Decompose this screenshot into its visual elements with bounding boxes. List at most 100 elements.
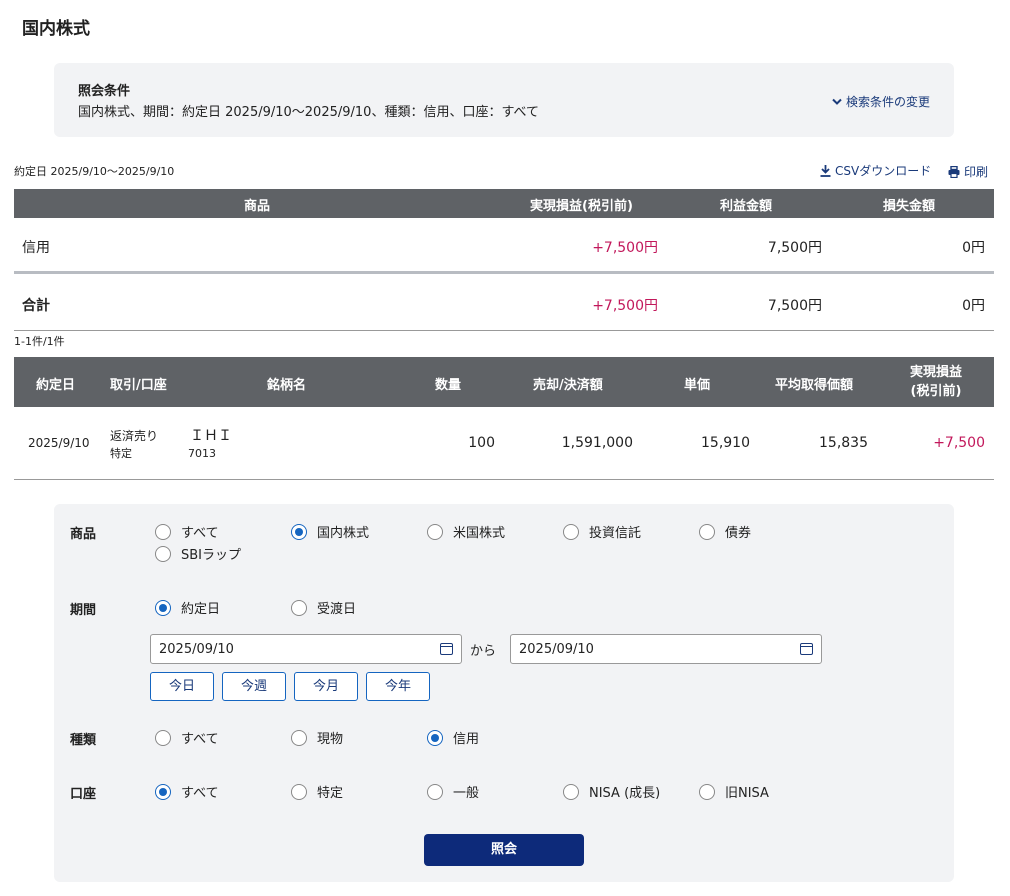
radio-period-settle-date[interactable]: 受渡日 — [291, 598, 356, 617]
date-to-value: 2025/09/10 — [519, 642, 594, 657]
radio-type-all[interactable]: すべて — [155, 728, 219, 747]
csv-download-link[interactable]: CSVダウンロード — [820, 162, 931, 179]
radio-circle — [699, 523, 715, 540]
cell-qty: 100 — [468, 435, 495, 451]
cell-trade: 返済売り — [110, 429, 159, 443]
conditions-text: 国内株式、期間：約定日 2025/9/10〜2025/9/10、種類：信用、口座… — [78, 105, 540, 120]
radio-circle — [155, 783, 171, 800]
radio-label: 特定 — [317, 786, 344, 801]
change-conditions-label: 検索条件の変更 — [846, 95, 931, 109]
today-button[interactable]: 今日 — [150, 672, 214, 701]
radio-circle — [155, 545, 171, 562]
date-from-value: 2025/09/10 — [159, 642, 234, 657]
total-label: 合計 — [22, 298, 50, 314]
page-title: 国内株式 — [22, 19, 90, 39]
col-realized-line1: 実現損益 — [909, 365, 962, 380]
label-account: 口座 — [70, 787, 97, 802]
col-realized-detail: 実現損益 (税引前) — [906, 363, 966, 401]
col-trade: 取引/口座 — [110, 378, 167, 393]
radio-circle — [427, 729, 443, 746]
row-profit: 7,500円 — [767, 240, 822, 256]
radio-product-bond[interactable]: 債券 — [699, 522, 751, 541]
radio-label: 国内株式 — [317, 526, 370, 541]
radio-label: 投資信託 — [589, 526, 642, 541]
cell-price: 15,910 — [701, 435, 750, 451]
radio-circle — [563, 783, 579, 800]
col-realized-line2: (税引前) — [910, 384, 962, 399]
radio-account-all[interactable]: すべて — [155, 782, 219, 801]
radio-circle — [155, 599, 171, 616]
cell-realized: +7,500 — [933, 435, 985, 451]
change-conditions-link[interactable]: 検索条件の変更 — [832, 93, 930, 110]
radio-circle — [155, 523, 171, 540]
radio-account-general[interactable]: 一般 — [427, 782, 479, 801]
radio-label: 債券 — [725, 526, 752, 541]
radio-label: すべて — [181, 786, 219, 801]
radio-type-margin[interactable]: 信用 — [427, 728, 479, 747]
radio-label: 現物 — [317, 732, 344, 747]
radio-label: 米国株式 — [453, 526, 506, 541]
radio-label: 一般 — [453, 786, 480, 801]
this-year-button[interactable]: 今年 — [366, 672, 430, 701]
radio-product-sbiwrap[interactable]: SBIラップ — [155, 544, 241, 563]
this-week-button[interactable]: 今週 — [222, 672, 286, 701]
cell-code: 7013 — [188, 447, 216, 460]
date-to-input[interactable]: 2025/09/10 — [510, 634, 822, 664]
table-row: 信用 +7,500円 7,500円 0円 — [14, 218, 994, 274]
radio-product-all[interactable]: すべて — [155, 522, 219, 541]
radio-account-old-nisa[interactable]: 旧NISA — [699, 782, 769, 801]
col-date: 約定日 — [36, 378, 76, 393]
col-name: 銘柄名 — [267, 378, 307, 393]
radio-product-us[interactable]: 米国株式 — [427, 522, 505, 541]
search-conditions-panel: 照会条件 国内株式、期間：約定日 2025/9/10〜2025/9/10、種類：… — [54, 63, 954, 137]
radio-label: 信用 — [453, 732, 480, 747]
print-label: 印刷 — [964, 165, 989, 179]
radio-type-cash[interactable]: 現物 — [291, 728, 343, 747]
radio-account-specific[interactable]: 特定 — [291, 782, 343, 801]
radio-label: すべて — [181, 732, 219, 747]
calendar-icon[interactable] — [800, 643, 813, 655]
radio-period-trade-date[interactable]: 約定日 — [155, 598, 220, 617]
radio-circle — [291, 599, 307, 616]
total-profit: 7,500円 — [767, 298, 822, 314]
label-type: 種類 — [70, 733, 97, 748]
col-amount: 売却/決済額 — [533, 378, 603, 393]
calendar-icon[interactable] — [440, 643, 453, 655]
radio-circle — [291, 729, 307, 746]
date-from-input[interactable]: 2025/09/10 — [150, 634, 462, 664]
cell-avg: 15,835 — [819, 435, 868, 451]
radio-circle — [427, 523, 443, 540]
radio-label: 約定日 — [181, 602, 221, 617]
detail-table-header: 約定日 取引/口座 銘柄名 数量 売却/決済額 単価 平均取得価額 実現損益 (… — [14, 357, 994, 407]
row-realized: +7,500円 — [592, 240, 658, 256]
radio-account-nisa-growth[interactable]: NISA (成長) — [563, 782, 660, 801]
radio-circle — [155, 729, 171, 746]
date-separator: から — [470, 644, 497, 659]
col-loss: 損失金額 — [883, 199, 936, 214]
submit-button[interactable]: 照会 — [424, 834, 584, 866]
conditions-label: 照会条件 — [78, 84, 131, 99]
radio-circle — [699, 783, 715, 800]
radio-product-domestic[interactable]: 国内株式 — [291, 522, 369, 541]
period-note: 約定日 2025/9/10〜2025/9/10 — [14, 165, 175, 178]
search-form: 商品 すべて 国内株式 米国株式 投資信託 債券 SBIラップ 期間 約定日 受… — [54, 504, 954, 882]
label-period: 期間 — [70, 603, 97, 618]
radio-circle — [563, 523, 579, 540]
chevron-down-icon — [832, 98, 842, 105]
summary-table-header: 商品 実現損益(税引前) 利益金額 損失金額 — [14, 189, 994, 218]
total-row: 合計 +7,500円 7,500円 0円 — [14, 276, 994, 331]
this-month-button[interactable]: 今月 — [294, 672, 358, 701]
col-price: 単価 — [684, 378, 711, 393]
cell-date: 2025/9/10 — [28, 436, 90, 450]
cell-name: ＩＨＩ — [190, 428, 232, 444]
cell-account: 特定 — [110, 447, 132, 460]
csv-download-label: CSVダウンロード — [835, 164, 932, 178]
printer-icon — [948, 165, 960, 178]
radio-product-fund[interactable]: 投資信託 — [563, 522, 641, 541]
download-icon — [820, 164, 831, 177]
col-realized: 実現損益(税引前) — [530, 199, 633, 214]
radio-label: 受渡日 — [317, 602, 357, 617]
radio-label: NISA (成長) — [589, 786, 661, 801]
table-row: 2025/9/10 返済売り 特定 ＩＨＩ 7013 100 1,591,000… — [14, 407, 994, 480]
print-link[interactable]: 印刷 — [948, 163, 988, 180]
